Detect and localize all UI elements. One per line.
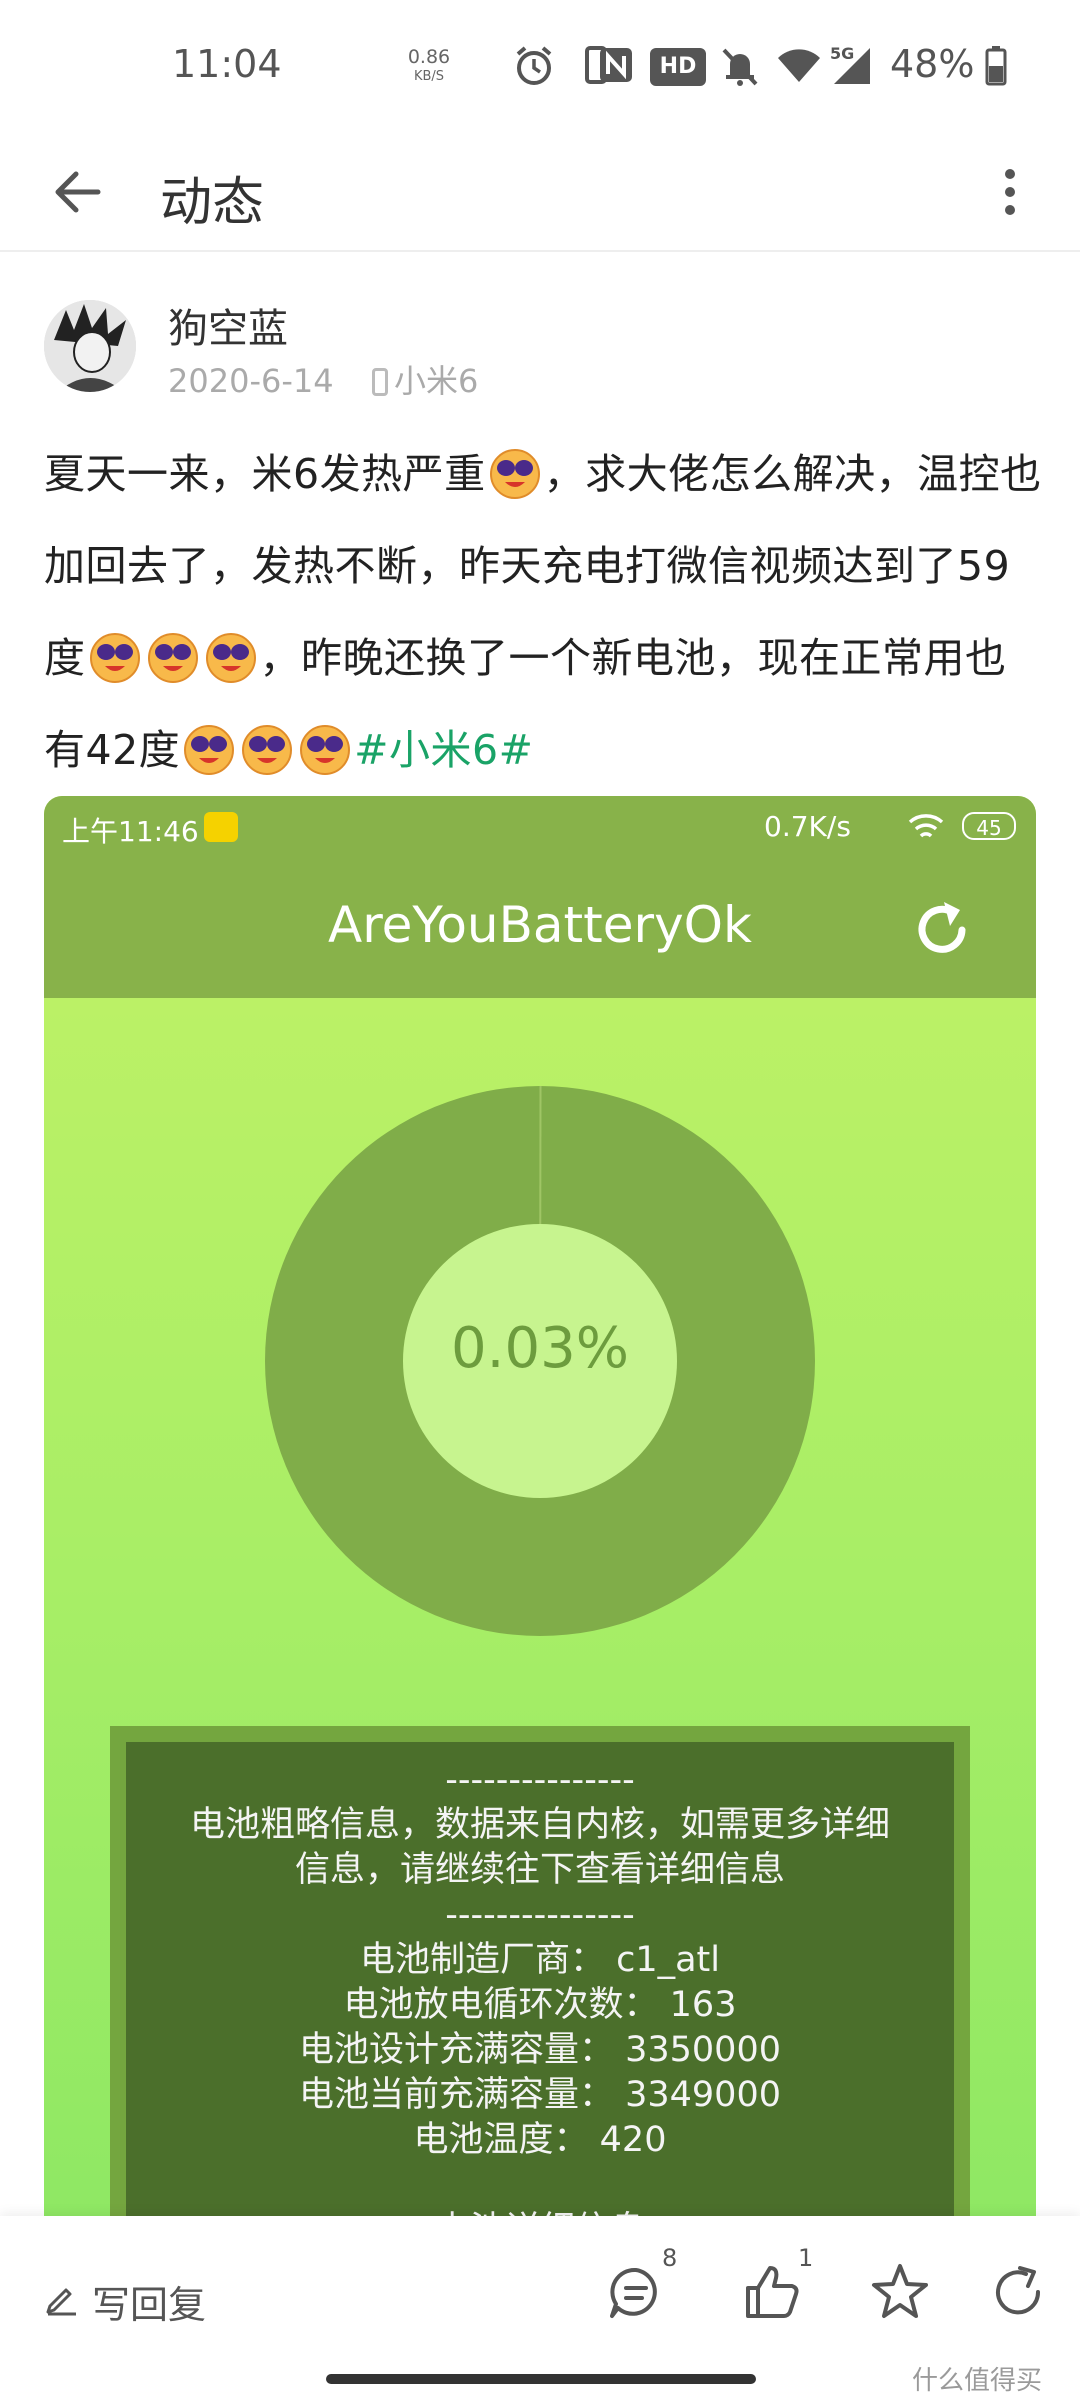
battery-info-line: 电池放电循环次数： 163 [343,1985,737,2025]
nfc-icon [600,48,632,82]
comment-count: 8 [662,2244,678,2272]
hd-voice-badge: HD [650,48,706,86]
battery-info-line: 电池温度： 420 [413,2120,667,2160]
battery-info-line: --------------- [445,1895,635,1935]
battery-info-line: 电池详细信息 [126,2208,954,2216]
battery-info-line: 电池粗略信息，数据来自内核，如需更多详细 [189,1805,890,1845]
emoji-cool-icon [147,633,198,683]
battery-info-line: 信息，请继续往下查看详细信息 [294,1850,785,1890]
thumbs-up-icon[interactable] [740,2260,804,2324]
post-body: 夏天一来，米6发热严重 ，求大佬怎么解决，温控也加回去了，发热不断，昨天充电打微信… [44,428,1044,796]
network-speed-value: 0.86 [407,46,451,68]
hashtag-link[interactable]: #小米6# [354,726,533,774]
battery-info-line: 电池设计充满容量： 3350000 [298,2030,781,2070]
battery-info-line: --------------- [445,1760,635,1800]
alarm-icon [516,46,552,85]
watermark-label: 什么值得买 [912,2366,1043,2396]
battery-icon [985,46,1007,86]
wifi-icon [778,49,820,82]
image-notification-icon [204,812,238,842]
network-speed: 0.86 KB/S [404,48,454,86]
status-bar: 11:04 0.86 KB/S HD 5G 48% [0,0,1080,130]
post-text-part: 夏天一来，米6发热严重 [44,450,486,498]
write-reply-label: 写回复 [92,2283,207,2327]
network-speed-unit: KB/S [413,69,445,84]
post-image[interactable]: 上午11:46 0.7K/s 45 AreYouBatteryOk 0.03% … [44,796,1036,2216]
battery-info-line: 电池当前充满容量： 3349000 [298,2075,781,2115]
battery-info-text: --------------- 电池粗略信息，数据来自内核，如需更多详细 信息，请继… [126,1742,954,2216]
cell-signal-icon [834,48,870,84]
more-options-icon[interactable] [985,152,1035,232]
mute-bell-icon [722,48,758,86]
image-wifi-icon [908,814,944,838]
like-count: 1 [798,2244,814,2272]
star-icon[interactable] [868,2260,932,2324]
post-date: 2020-6-14 [168,362,334,400]
battery-info-line: 电池制造厂商： c1_atl [359,1940,721,1980]
emoji-cool-icon [300,725,351,775]
page-title: 动态 [160,173,265,233]
avatar[interactable] [44,300,136,392]
image-status-time: 上午11:46 [62,815,199,848]
refresh-icon [918,902,966,953]
phone-icon [371,368,388,396]
status-time: 11:04 [172,42,282,86]
image-status-speed: 0.7K/s [764,810,851,843]
post-meta: 2020-6-14 小米6 [168,356,478,402]
image-battery-badge: 45 [962,812,1016,840]
image-status-bar: 上午11:46 0.7K/s 45 [44,796,1036,860]
battery-info-box: --------------- 电池粗略信息，数据来自内核，如需更多详细 信息，请继… [110,1726,970,2216]
emoji-cool-icon [184,725,235,775]
battery-info-line [126,2163,954,2208]
avatar-image [44,300,136,392]
post-device: 小米6 [393,362,479,400]
comment-icon[interactable] [604,2260,668,2324]
back-arrow-icon[interactable] [40,152,120,232]
emoji-cool-icon [489,449,540,499]
emoji-cool-icon [242,725,293,775]
share-icon[interactable] [988,2260,1052,2324]
image-app-bar: AreYouBatteryOk [44,860,1036,998]
emoji-cool-icon [89,633,140,683]
battery-percent-label: 0.03% [451,1316,629,1381]
home-indicator[interactable] [326,2374,756,2384]
author-name[interactable]: 狗空蓝 [168,296,288,354]
pencil-icon [46,2288,76,2316]
app-bar: 动态 [0,130,1080,252]
battery-percent: 48% [890,42,975,86]
emoji-cool-icon [205,633,256,683]
image-app-title: AreYouBatteryOk [328,896,752,954]
